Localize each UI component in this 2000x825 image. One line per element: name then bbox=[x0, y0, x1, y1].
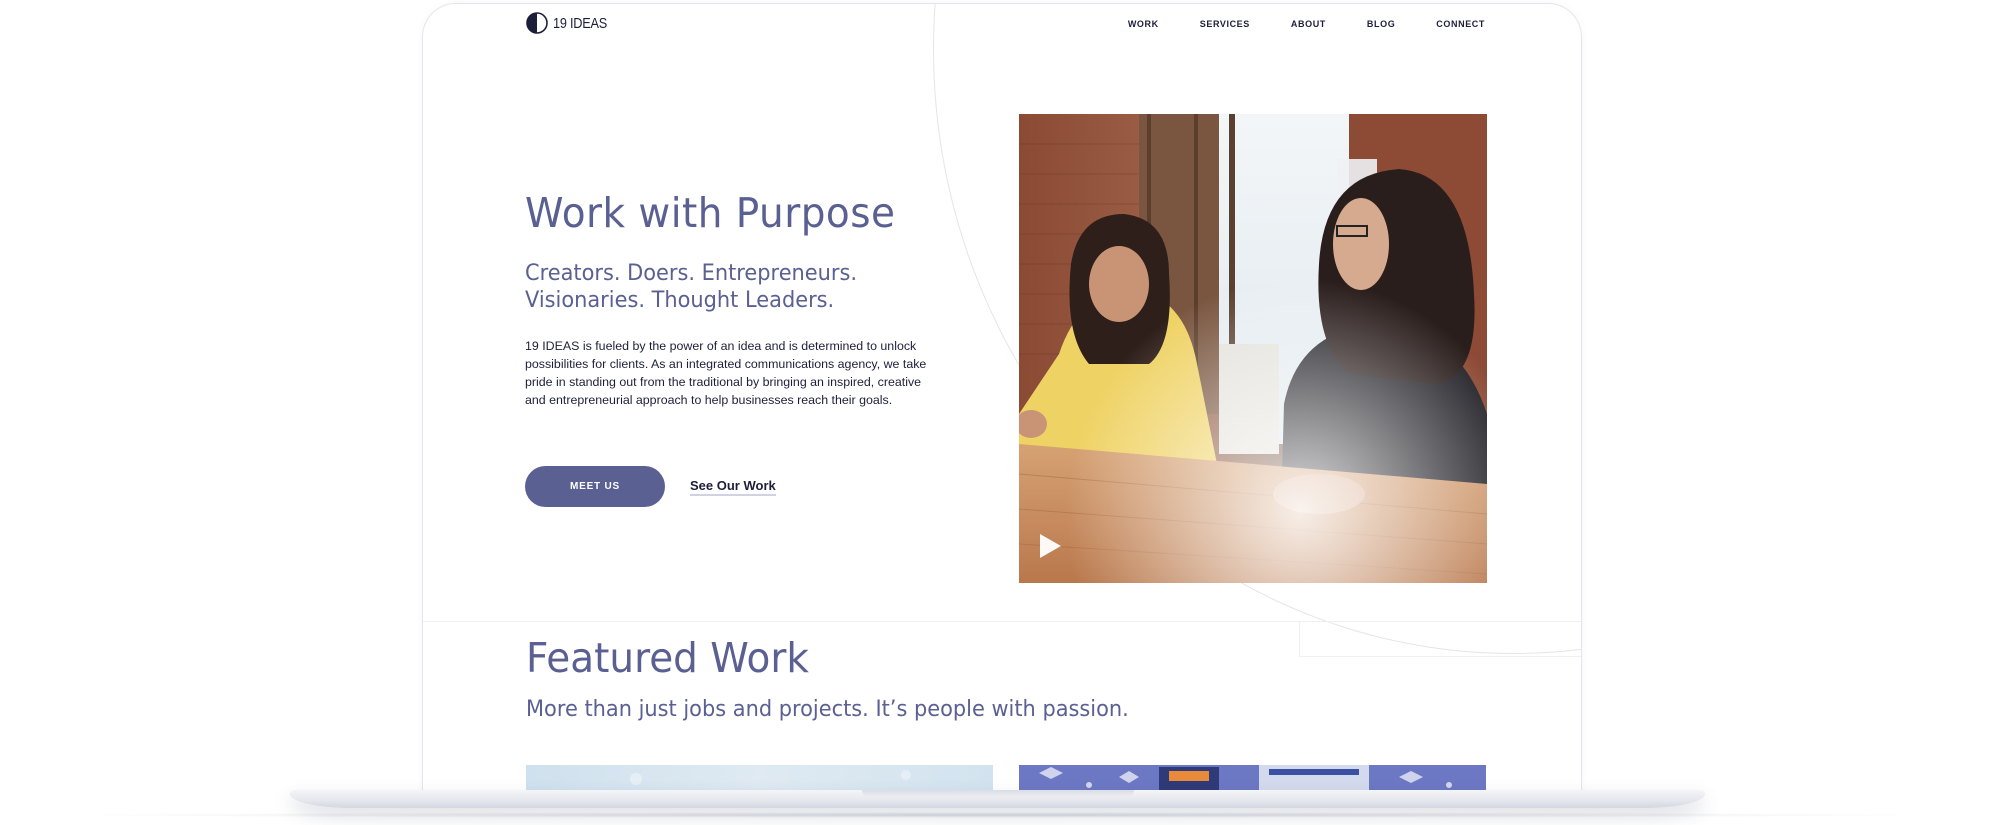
nav-item-blog[interactable]: BLOG bbox=[1367, 19, 1395, 29]
hero-body-text: 19 IDEAS is fueled by the power of an id… bbox=[525, 339, 927, 407]
floor-shadow bbox=[40, 812, 1960, 818]
section-divider bbox=[423, 621, 1581, 622]
featured-card-image bbox=[630, 770, 911, 785]
hero-subtitle-line1: Creators. Doers. Entrepreneurs. bbox=[525, 261, 858, 286]
nav-item-connect[interactable]: CONNECT bbox=[1436, 19, 1485, 29]
nav-item-about[interactable]: ABOUT bbox=[1291, 19, 1326, 29]
see-our-work-link[interactable]: See Our Work bbox=[690, 478, 776, 496]
laptop-notch bbox=[862, 790, 1134, 797]
featured-work-card[interactable] bbox=[526, 765, 993, 792]
hero-title: Work with Purpose bbox=[525, 189, 896, 237]
featured-title: Featured Work bbox=[526, 634, 809, 682]
nav-item-services[interactable]: SERVICES bbox=[1200, 19, 1250, 29]
hero-subtitle-line2: Visionaries. Thought Leaders. bbox=[525, 288, 835, 313]
logo-text: 19 IDEAS bbox=[553, 14, 607, 32]
video-frame-image bbox=[1019, 114, 1487, 583]
logo-mark-icon bbox=[526, 12, 548, 34]
laptop-screen: 19 IDEAS WORK SERVICES ABOUT BLOG CONNEC… bbox=[422, 3, 1582, 792]
site-logo[interactable]: 19 IDEAS bbox=[526, 12, 616, 34]
featured-work-card[interactable] bbox=[1019, 765, 1486, 792]
featured-subtitle: More than just jobs and projects. It’s p… bbox=[526, 697, 1129, 722]
section-divider-vertical bbox=[1299, 621, 1300, 657]
laptop-mockup: 19 IDEAS WORK SERVICES ABOUT BLOG CONNEC… bbox=[0, 0, 2000, 825]
play-icon[interactable] bbox=[1037, 532, 1063, 560]
nav-item-work[interactable]: WORK bbox=[1128, 19, 1159, 29]
featured-card-image bbox=[1039, 765, 1452, 792]
hero-video[interactable] bbox=[1019, 114, 1487, 583]
meet-us-button[interactable]: MEET US bbox=[525, 466, 665, 507]
section-divider-bottom bbox=[1299, 656, 1581, 657]
main-nav: WORK SERVICES ABOUT BLOG CONNECT bbox=[1128, 19, 1485, 29]
hero-subtitle: Creators. Doers. Entrepreneurs. Visionar… bbox=[525, 260, 924, 314]
